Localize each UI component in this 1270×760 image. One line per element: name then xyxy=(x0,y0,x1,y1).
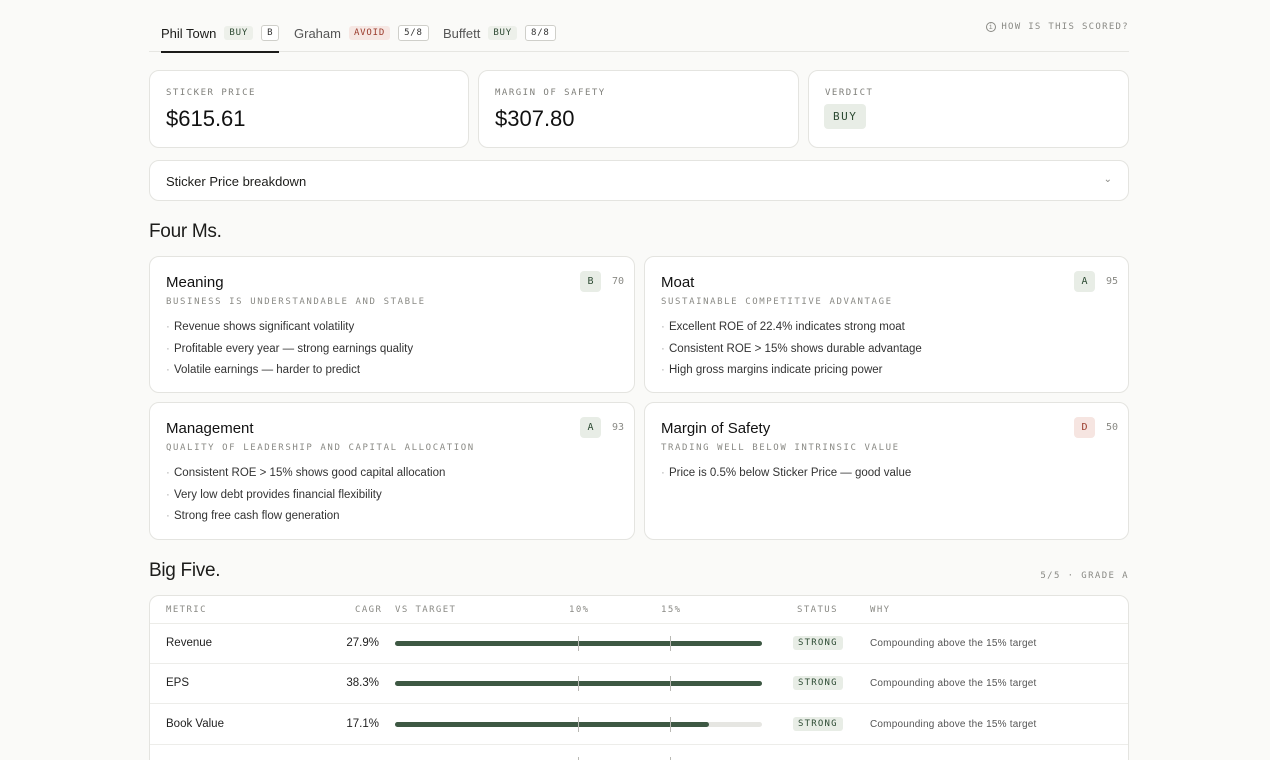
cagr-value: 17.1% xyxy=(346,717,379,730)
list-item: Price is 0.5% below Sticker Price — good… xyxy=(661,463,911,485)
tab-label: Graham xyxy=(294,25,341,41)
card-title: Margin of Safety xyxy=(661,420,771,437)
sticker-price-value: $615.61 xyxy=(166,106,246,131)
card-title: Moat xyxy=(661,274,695,291)
target-tick-10 xyxy=(578,676,579,692)
points-list: Excellent ROE of 22.4% indicates strong … xyxy=(661,317,922,382)
cagr-value: 27.9% xyxy=(346,637,379,649)
table-row: Revenue 27.9% STRONG Compounding above the … xyxy=(150,624,1128,664)
status-badge: STRONG xyxy=(793,676,843,691)
grade-badge: A xyxy=(580,417,601,438)
grade-score: 93 xyxy=(611,422,624,433)
tab-label: Phil Town xyxy=(161,25,217,41)
sticker-price-card: STICKER PRICE $615.61 xyxy=(149,70,469,148)
card-subtitle: QUALITY OF LEADERSHIP AND CAPITAL ALLOCA… xyxy=(166,443,475,453)
why-text: Compounding above the 15% target xyxy=(870,718,1037,730)
verdict-pill: BUY xyxy=(488,26,517,40)
verdict-pill: AVOID xyxy=(348,26,391,40)
score-pill: 5/8 xyxy=(398,25,429,41)
why-text: Compounding above the 15% target xyxy=(870,678,1037,690)
target-tick-15 xyxy=(670,676,671,692)
list-item: Consistent ROE > 15% shows good capital … xyxy=(166,463,445,485)
margin-of-safety-m-card: Margin of Safety TRADING WELL BELOW INTR… xyxy=(644,402,1129,540)
card-title: Management xyxy=(166,420,254,437)
tab-label: Buffett xyxy=(443,25,481,41)
target-tick-15 xyxy=(670,636,671,651)
info-icon: i xyxy=(986,22,997,32)
margin-of-safety-value: $307.80 xyxy=(495,106,575,131)
verdict-badge: BUY xyxy=(824,104,867,129)
status-badge: STRONG xyxy=(793,716,843,731)
grade-score: 70 xyxy=(611,276,624,287)
col-header-why: WHY xyxy=(870,605,891,615)
col-header-metric: METRIC xyxy=(166,605,207,615)
card-title: Meaning xyxy=(166,274,224,291)
stat-label: STICKER PRICE xyxy=(166,88,256,98)
grade-badge: A xyxy=(1074,271,1095,292)
breakdown-label: Sticker Price breakdown xyxy=(166,174,307,189)
table-row: EPS 38.3% STRONG Compounding above the 15% … xyxy=(150,664,1128,705)
target-tick-15 xyxy=(670,716,671,732)
management-card: Management QUALITY OF LEADERSHIP AND CAP… xyxy=(149,402,635,540)
list-item: Profitable every year — strong earnings … xyxy=(166,339,413,361)
meaning-card: Meaning BUSINESS IS UNDERSTANDABLE AND S… xyxy=(149,256,635,393)
list-item: Strong free cash flow generation xyxy=(166,506,445,528)
metric-name: Revenue xyxy=(166,637,213,649)
sticker-price-breakdown-toggle[interactable]: Sticker Price breakdown ⌄ xyxy=(149,160,1129,201)
score-pill: B xyxy=(261,25,280,41)
target-tick-10 xyxy=(578,636,579,651)
table-row: Book Value 17.1% STRONG Compounding above t… xyxy=(150,705,1128,745)
margin-of-safety-card: MARGIN OF SAFETY $307.80 xyxy=(478,70,799,148)
metric-name: EPS xyxy=(166,677,190,690)
stat-label: VERDICT xyxy=(825,88,874,98)
table-row xyxy=(150,745,1128,760)
points-list: Revenue shows significant volatility Pro… xyxy=(166,317,413,382)
tab-bar: Phil Town BUY B Graham AVOID 5/8 Buffett… xyxy=(149,14,1129,53)
big-five-title: Big Five. xyxy=(149,560,221,581)
list-item: Excellent ROE of 22.4% indicates strong … xyxy=(661,317,922,339)
list-item: Consistent ROE > 15% shows durable advan… xyxy=(661,339,922,361)
status-badge: STRONG xyxy=(793,636,843,650)
grade-badge: D xyxy=(1074,417,1095,438)
list-item: Very low debt provides financial flexibi… xyxy=(166,485,445,507)
score-pill: 8/8 xyxy=(525,25,556,41)
metric-name: Book Value xyxy=(166,717,224,730)
target-bar xyxy=(395,676,762,692)
col-header-cagr: CAGR xyxy=(355,605,383,615)
grade-score: 95 xyxy=(1105,276,1118,287)
target-bar xyxy=(395,636,762,651)
list-item: Revenue shows significant volatility xyxy=(166,317,413,339)
list-item: High gross margins indicate pricing powe… xyxy=(661,360,922,382)
cagr-value: 38.3% xyxy=(346,677,379,690)
col-header-10pct: 10% xyxy=(569,605,590,615)
grade-score: 50 xyxy=(1105,422,1118,433)
list-item: Volatile earnings — harder to predict xyxy=(166,360,413,382)
tab-phil-town[interactable]: Phil Town BUY B xyxy=(161,14,280,53)
how-scored-link[interactable]: i HOW IS THIS SCORED? xyxy=(986,22,1129,32)
big-five-summary: 5/5 · GRADE A xyxy=(1040,571,1129,581)
target-bar xyxy=(395,716,762,732)
card-subtitle: BUSINESS IS UNDERSTANDABLE AND STABLE xyxy=(166,297,426,307)
how-scored-label: HOW IS THIS SCORED? xyxy=(1001,22,1129,32)
col-header-vs-target: VS TARGET xyxy=(395,605,457,615)
col-header-15pct: 15% xyxy=(661,605,682,615)
tab-buffett[interactable]: Buffett BUY 8/8 xyxy=(443,14,556,52)
chevron-down-icon: ⌄ xyxy=(1103,174,1112,185)
points-list: Consistent ROE > 15% shows good capital … xyxy=(166,463,445,528)
points-list: Price is 0.5% below Sticker Price — good… xyxy=(661,463,911,485)
big-five-table: METRIC CAGR VS TARGET 10% 15% STATUS WHY… xyxy=(149,595,1129,760)
card-subtitle: SUSTAINABLE COMPETITIVE ADVANTAGE xyxy=(661,297,893,307)
col-header-status: STATUS xyxy=(797,605,838,615)
target-tick-10 xyxy=(578,716,579,732)
grade-badge: B xyxy=(580,271,601,292)
verdict-card: VERDICT BUY xyxy=(808,70,1129,148)
why-text: Compounding above the 15% target xyxy=(870,638,1037,649)
four-ms-title: Four Ms. xyxy=(149,221,222,242)
target-bar-fill xyxy=(395,721,709,727)
verdict-pill: BUY xyxy=(224,26,254,40)
moat-card: Moat SUSTAINABLE COMPETITIVE ADVANTAGE A… xyxy=(644,256,1129,393)
tab-graham[interactable]: Graham AVOID 5/8 xyxy=(294,14,429,52)
card-subtitle: TRADING WELL BELOW INTRINSIC VALUE xyxy=(661,443,900,453)
stat-label: MARGIN OF SAFETY xyxy=(495,88,606,98)
